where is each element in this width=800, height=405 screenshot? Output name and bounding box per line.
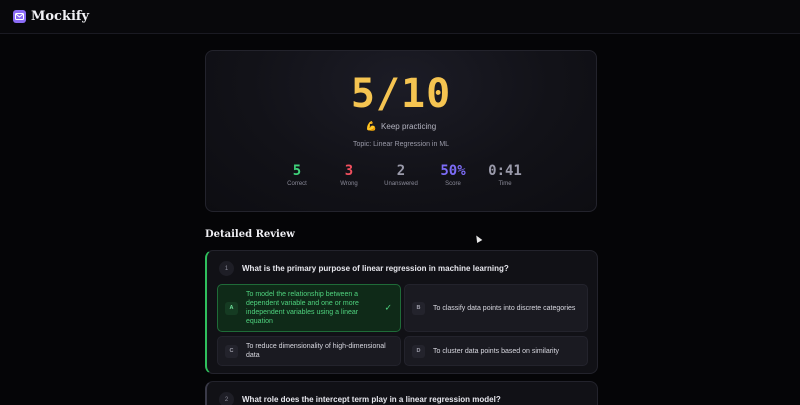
result-message: 💪 Keep practicing [206, 121, 596, 132]
stat-value: 5 [292, 163, 302, 179]
option-b[interactable]: B To classify data points into discrete … [404, 284, 588, 332]
detailed-review-heading: Detailed Review [205, 229, 295, 240]
question-header: 1 What is the primary purpose of linear … [219, 261, 509, 276]
question-number: 1 [219, 261, 234, 276]
logo-icon[interactable] [13, 10, 26, 23]
score-card: 5/10 💪 Keep practicing Topic: Linear Reg… [205, 50, 597, 212]
option-text: To model the relationship between a depe… [246, 291, 359, 325]
flexed-biceps-icon: 💪 [365, 121, 378, 131]
topic-label: Topic: Linear Regression in ML [352, 141, 450, 148]
question-text: What role does the intercept term play i… [242, 395, 501, 404]
option-letter: B [412, 301, 425, 315]
stat-label: Unanswered [384, 181, 418, 187]
stat-label: Time [498, 181, 512, 187]
option-a[interactable]: A To model the relationship between a de… [217, 284, 401, 332]
option-letter: C [225, 344, 238, 358]
question-header: 2 What role does the intercept term play… [219, 392, 501, 405]
option-letter: D [412, 344, 425, 358]
stat-time: 0:41 Time [479, 163, 531, 187]
question-text: What is the primary purpose of linear re… [242, 264, 509, 273]
mail-icon [15, 13, 24, 20]
app-name[interactable]: Mockify [31, 9, 89, 24]
stat-unanswered: 2 Unanswered [375, 163, 427, 187]
score-value: 5/10 [350, 71, 452, 117]
option-d[interactable]: D To cluster data points based on simila… [404, 336, 588, 366]
check-icon: ✓ [384, 302, 392, 313]
stat-value: 2 [396, 163, 406, 179]
option-text: To classify data points into discrete ca… [433, 304, 576, 312]
mouse-cursor-icon [473, 233, 483, 244]
question-number: 2 [219, 392, 234, 405]
stat-wrong: 3 Wrong [323, 163, 375, 187]
stat-score: 50% Score [427, 163, 479, 187]
top-bar: Mockify [0, 0, 800, 34]
question-card: 1 What is the primary purpose of linear … [205, 250, 598, 374]
stat-value: 50% [440, 163, 466, 179]
stat-label: Score [445, 181, 461, 187]
option-text: To reduce dimensionality of high-dimensi… [246, 343, 386, 359]
stat-label: Wrong [340, 181, 358, 187]
result-message-text: Keep practicing [381, 122, 437, 131]
stats-row: 5 Correct 3 Wrong 2 Unanswered 50% Score… [206, 163, 596, 187]
question-card: 2 What role does the intercept term play… [205, 381, 598, 405]
stat-correct: 5 Correct [271, 163, 323, 187]
option-text: To cluster data points based on similari… [433, 347, 560, 355]
option-letter: A [225, 301, 238, 315]
option-c[interactable]: C To reduce dimensionality of high-dimen… [217, 336, 401, 366]
stat-value: 3 [344, 163, 354, 179]
stat-label: Correct [287, 181, 307, 187]
stat-value: 0:41 [488, 163, 522, 179]
